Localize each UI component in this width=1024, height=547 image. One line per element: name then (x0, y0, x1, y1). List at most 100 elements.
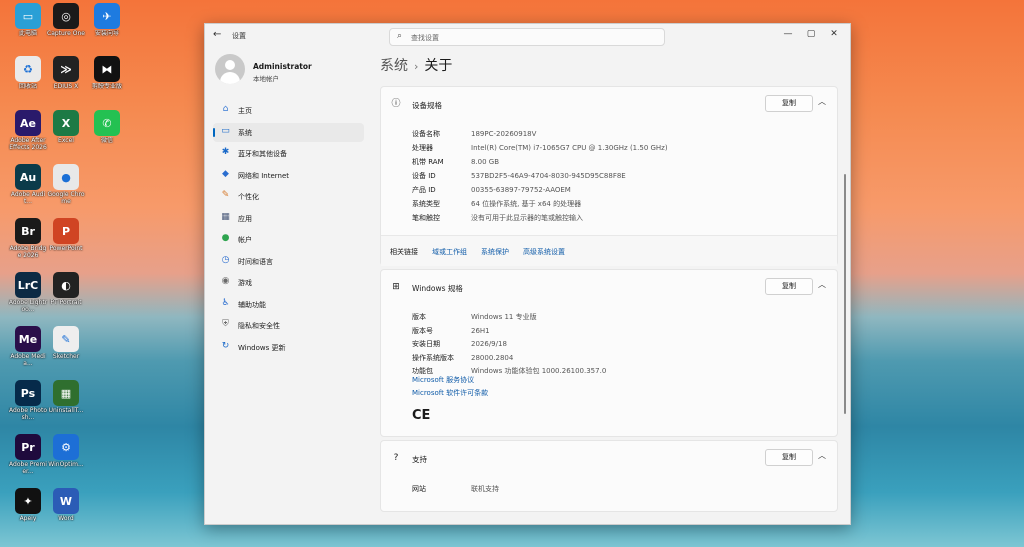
spec-label: 系统类型 (412, 200, 440, 208)
close-button[interactable]: ✕ (823, 27, 845, 41)
scrollbar[interactable] (844, 174, 846, 414)
desktop-icon[interactable]: ▭ 此电脑 (8, 3, 48, 53)
desktop-icon[interactable]: Br Adobe Bridge 2026 (8, 218, 48, 268)
sidebar-item[interactable]: ▦ 应用 (213, 209, 364, 228)
link-advanced-system-settings[interactable]: 高级系统设置 (523, 247, 565, 257)
desktop-icon[interactable]: ◐ PT Portrait (46, 272, 86, 322)
windows-specs-header[interactable]: ⊞ Windows 规格 复制 ︿ (381, 270, 837, 304)
search-placeholder: 查找设置 (411, 34, 439, 42)
desktop-icon-label: Capture One (47, 30, 85, 37)
spec-value: 64 位操作系统, 基于 x64 的处理器 (471, 200, 582, 208)
desktop-icon[interactable]: ✈ 安装向导 (87, 3, 127, 53)
spec-value: 8.00 GB (471, 158, 500, 166)
link-domain-workgroup[interactable]: 域或工作组 (432, 247, 467, 257)
back-arrow-icon[interactable]: ← (213, 29, 221, 40)
spec-value: 2026/9/18 (471, 340, 507, 348)
sidebar-item[interactable]: ◆ 网络和 Internet (213, 166, 364, 185)
desktop-icon[interactable]: ♻ 回收站 (8, 56, 48, 106)
link-microsoft-license-terms[interactable]: Microsoft 软件许可条款 (412, 388, 488, 398)
copy-device-specs-button[interactable]: 复制 (765, 95, 813, 112)
spec-value: Windows 11 专业版 (471, 313, 537, 321)
copy-windows-specs-button[interactable]: 复制 (765, 278, 813, 295)
spec-value: 28000.2804 (471, 353, 514, 362)
desktop-icon-label: PowerPoint (49, 245, 83, 252)
sidebar-item-icon: ✎ (221, 190, 230, 200)
desktop-icon-label: Excel (58, 137, 74, 144)
desktop-icon-label: Adobe Photosh... (8, 407, 47, 421)
breadcrumb-parent[interactable]: 系统 (380, 58, 408, 74)
sidebar-item[interactable]: ⛨ 隐私和安全性 (213, 316, 364, 335)
desktop-icon[interactable]: ✎ Sketcher (46, 326, 86, 376)
desktop-icon[interactable]: P PowerPoint (46, 218, 86, 268)
sidebar-item[interactable]: ↻ Windows 更新 (213, 338, 364, 357)
desktop-icon[interactable]: ⧓ 剪映专业版 (87, 56, 127, 106)
desktop-icon[interactable]: ▦ UninstallT... (46, 380, 86, 430)
avatar[interactable] (215, 54, 245, 84)
desktop-icon[interactable]: Au Adobe Audit... (8, 164, 48, 214)
sidebar-item[interactable]: ⌂ 主页 (213, 101, 364, 120)
desktop-icon[interactable]: X Excel (46, 110, 86, 160)
support-header[interactable]: ? 支持 复制 ︿ (381, 441, 837, 475)
breadcrumb-separator: › (414, 60, 419, 73)
windows-specs-card: ⊞ Windows 规格 复制 ︿ 版本 Windows 11 专业版 版本号 26H… (380, 269, 838, 437)
desktop-icon[interactable]: ≫ EDIUS X (46, 56, 86, 106)
spec-label: 机带 RAM (412, 158, 444, 166)
spec-row: 设备名称 189PC-20260918V (412, 129, 536, 139)
link-microsoft-services-agreement[interactable]: Microsoft 服务协议 (412, 375, 474, 385)
desktop-app-icon: Ae (15, 110, 41, 136)
chevron-up-icon[interactable]: ︿ (818, 96, 826, 107)
sidebar-item-icon: ◷ (221, 254, 230, 265)
desktop-icon[interactable]: LrC Adobe Lightroo... (8, 272, 48, 322)
search-icon: ⌕ (397, 31, 403, 41)
chevron-up-icon[interactable]: ︿ (818, 450, 826, 461)
desktop-app-icon: ● (53, 164, 79, 190)
desktop-icon-label: Adobe Media... (10, 353, 46, 367)
minimize-button[interactable]: — (777, 27, 799, 41)
related-links-label: 相关链接 (390, 248, 418, 256)
sidebar-item[interactable]: ✎ 个性化 (213, 187, 364, 206)
desktop-icon[interactable]: Ps Adobe Photosh... (8, 380, 48, 430)
windows-logo-icon: ⊞ (392, 282, 400, 292)
desktop-icon[interactable]: Pr Adobe Premier... (8, 434, 48, 484)
sidebar-item-label: 帐户 (238, 236, 252, 244)
desktop-icon[interactable]: Ae Adobe After Effects 2026 (8, 110, 48, 160)
desktop-icon[interactable]: ◎ Capture One (46, 3, 86, 53)
search-input[interactable]: ⌕ 查找设置 (389, 28, 665, 46)
sidebar-item[interactable]: ▭ 系统 (213, 122, 364, 142)
spec-row: 系统类型 64 位操作系统, 基于 x64 的处理器 (412, 199, 581, 209)
desktop-app-icon: Pr (15, 434, 41, 460)
desktop-icon[interactable]: Me Adobe Media... (8, 326, 48, 376)
desktop-icon[interactable]: ⚙ WinOptim... (46, 434, 86, 484)
copy-support-button[interactable]: 复制 (765, 449, 813, 466)
sidebar-item[interactable]: ♿ 辅助功能 (213, 295, 364, 314)
sidebar-item[interactable]: ◷ 时间和语言 (213, 252, 364, 271)
sidebar-item-label: 游戏 (238, 279, 252, 287)
desktop-icon-label: Adobe Premier... (9, 461, 47, 475)
ce-mark-icon: CE (412, 408, 431, 423)
sidebar-item[interactable]: ◉ 游戏 (213, 273, 364, 292)
desktop-app-icon: ✦ (15, 488, 41, 514)
spec-value: Windows 功能体验包 1000.26100.357.0 (471, 367, 607, 375)
sidebar-item[interactable]: ✱ 蓝牙和其他设备 (213, 144, 364, 163)
spec-label: 产品 ID (412, 186, 436, 194)
desktop-app-icon: X (53, 110, 79, 136)
desktop-icon-label: PT Portrait (50, 299, 82, 306)
chevron-up-icon[interactable]: ︿ (818, 279, 826, 290)
desktop-app-icon: ◐ (53, 272, 79, 298)
desktop-icon-label: Adobe Audit... (10, 191, 46, 205)
spec-row: 版本号 26H1 (412, 326, 490, 336)
desktop-icon[interactable]: W Word (46, 488, 86, 538)
link-online-support[interactable]: 联机支持 (471, 485, 499, 493)
desktop-icon[interactable]: ✆ 微信 (87, 110, 127, 160)
desktop-icon[interactable]: ● Google Chrome (46, 164, 86, 214)
desktop-icon-label: 安装向导 (94, 30, 119, 37)
related-links-bar: 相关链接 域或工作组 系统保护 高级系统设置 (381, 235, 837, 266)
spec-row: 安装日期 2026/9/18 (412, 339, 507, 349)
device-specs-header[interactable]: ⓘ 设备规格 复制 ︿ (381, 87, 837, 121)
sidebar-item-icon: ↻ (221, 340, 230, 351)
link-system-protection[interactable]: 系统保护 (481, 247, 509, 257)
desktop-icon[interactable]: ✦ Apeiy (8, 488, 48, 538)
sidebar-item[interactable]: ● 帐户 (213, 230, 364, 249)
sidebar-item-icon: ⌂ (222, 104, 229, 114)
maximize-button[interactable]: ▢ (800, 27, 822, 41)
